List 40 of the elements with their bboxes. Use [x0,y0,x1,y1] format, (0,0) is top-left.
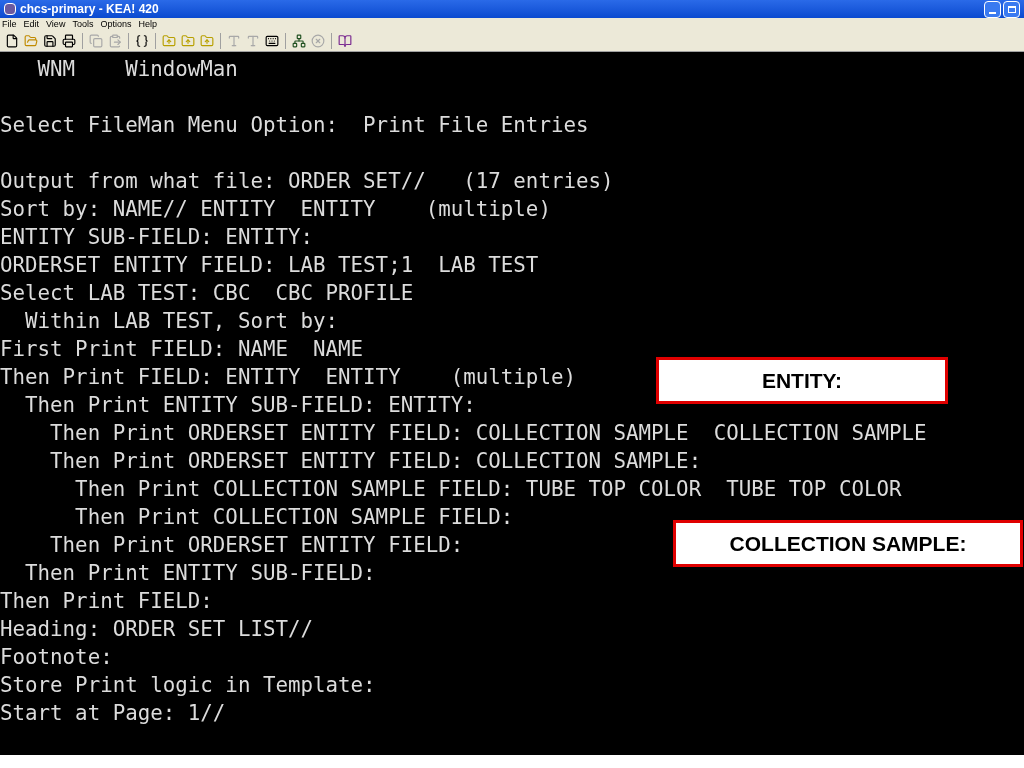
minimize-button[interactable] [984,0,1001,18]
terminal-line: Output from what file: ORDER SET// (17 entries) [0,168,614,195]
window-title: chcs-primary - KEA! 420 [20,1,159,18]
terminal-line: Then Print COLLECTION SAMPLE FIELD: TUBE TOP COLOR TUBE TOP COLOR [74,476,902,503]
menu-item[interactable]: Options [100,18,132,32]
terminal-line: Store Print logic in Template: [0,672,376,699]
terminal-line: Then Print ENTITY SUB-FIELD: ENTITY: [24,392,476,419]
menu-item[interactable]: View [46,18,66,32]
terminal-line: ORDERSET ENTITY FIELD: LAB TEST;1 LAB TEST [0,252,539,279]
menu-item[interactable]: File [2,18,17,32]
terminal-line: Within LAB TEST, Sort by: [24,308,339,335]
terminal-line: Then Print ENTITY SUB-FIELD: [24,560,376,587]
network-icon[interactable] [291,33,307,50]
save-icon[interactable] [42,33,58,50]
book-icon[interactable] [337,33,353,50]
terminal-line: Then Print COLLECTION SAMPLE FIELD: [74,504,514,531]
terminal-line: Select FileMan Menu Option: Print File Entries [0,112,589,139]
callout-label: COLLECTION SAMPLE: [673,520,1023,567]
terminal-line: Footnote: [0,644,113,671]
terminal-line: Heading: ORDER SET LIST// [0,616,314,643]
callout-label: ENTITY: [656,357,948,404]
terminal-line: Start at Page: 1// [0,700,226,727]
terminal-line: Sort by: NAME// ENTITY ENTITY (multiple) [0,196,551,223]
terminal-line: Then Print ORDERSET ENTITY FIELD: [49,532,464,559]
terminal-line: Then Print ORDERSET ENTITY FIELD: COLLECTION SAMPLE: [49,448,702,475]
app-icon [4,3,16,15]
braces-icon[interactable] [134,33,150,50]
new-file-icon[interactable] [4,33,20,50]
terminal-line: Then Print FIELD: ENTITY ENTITY (multiple) [0,364,576,391]
menu-item[interactable]: Edit [23,18,40,32]
terminal-line: WNM WindowMan [36,56,238,83]
terminal-line: First Print FIELD: NAME NAME [0,336,364,363]
menu-item[interactable]: Tools [72,18,94,32]
terminal-line: Select LAB TEST: CBC CBC PROFILE [0,280,414,307]
menu-item[interactable]: Help [138,18,157,32]
terminal-line: ENTITY SUB-FIELD: ENTITY: [0,224,314,251]
print-icon[interactable] [61,33,77,50]
terminal-line: Then Print FIELD: [0,588,213,615]
terminal-line: Then Print ORDERSET ENTITY FIELD: COLLECTION SAMPLE COLLECTION SAMPLE [49,420,927,447]
restore-button[interactable] [1003,0,1020,18]
